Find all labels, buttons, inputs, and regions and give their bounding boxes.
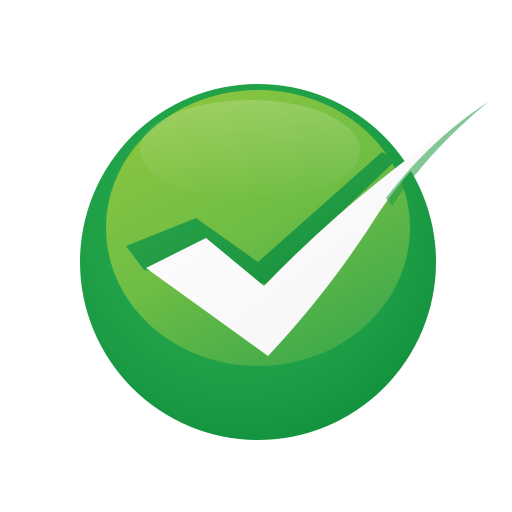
checkmark-tip-shadow [386, 102, 488, 206]
shine-highlight [140, 100, 360, 200]
icon-canvas [0, 0, 512, 512]
checkmark-icon [80, 84, 488, 440]
